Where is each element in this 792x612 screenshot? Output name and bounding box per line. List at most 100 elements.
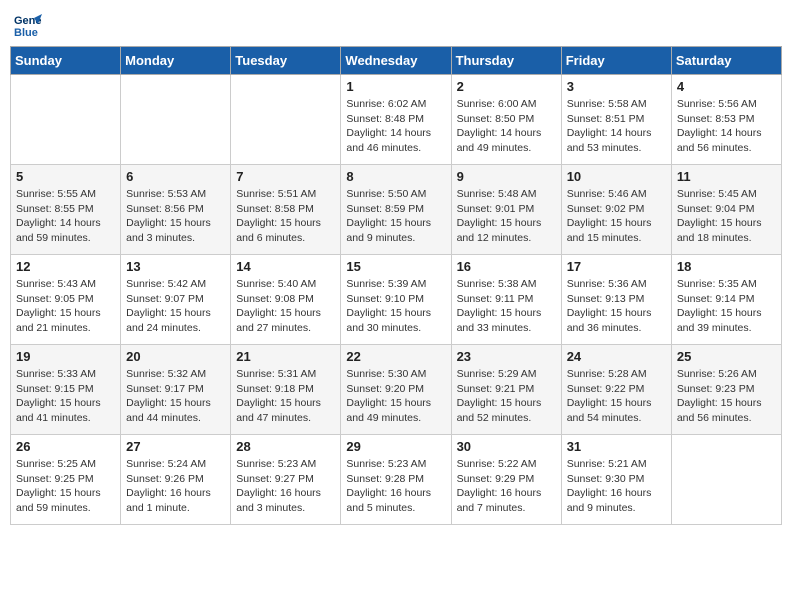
day-cell: 9 Sunrise: 5:48 AMSunset: 9:01 PMDaylight… <box>451 165 561 255</box>
day-info: Sunrise: 5:21 AMSunset: 9:30 PMDaylight:… <box>567 457 666 516</box>
day-number: 20 <box>126 349 225 364</box>
day-number: 21 <box>236 349 335 364</box>
day-number: 22 <box>346 349 445 364</box>
day-cell <box>121 75 231 165</box>
day-info: Sunrise: 6:00 AMSunset: 8:50 PMDaylight:… <box>457 97 556 156</box>
day-number: 7 <box>236 169 335 184</box>
day-number: 13 <box>126 259 225 274</box>
day-info: Sunrise: 5:51 AMSunset: 8:58 PMDaylight:… <box>236 187 335 246</box>
day-number: 26 <box>16 439 115 454</box>
day-info: Sunrise: 5:53 AMSunset: 8:56 PMDaylight:… <box>126 187 225 246</box>
day-number: 5 <box>16 169 115 184</box>
day-number: 6 <box>126 169 225 184</box>
day-info: Sunrise: 5:56 AMSunset: 8:53 PMDaylight:… <box>677 97 776 156</box>
day-cell: 27Sunrise: 5:24 AMSunset: 9:26 PMDayligh… <box>121 435 231 525</box>
day-number: 2 <box>457 79 556 94</box>
day-cell: 28Sunrise: 5:23 AMSunset: 9:27 PMDayligh… <box>231 435 341 525</box>
day-cell: 18Sunrise: 5:35 AMSunset: 9:14 PMDayligh… <box>671 255 781 345</box>
day-cell: 19 Sunrise: 5:33 AMSunset: 9:15 PMDayligh… <box>11 345 121 435</box>
day-cell: 8 Sunrise: 5:50 AMSunset: 8:59 PMDaylight… <box>341 165 451 255</box>
day-cell: 10Sunrise: 5:46 AMSunset: 9:02 PMDayligh… <box>561 165 671 255</box>
week-row-4: 19 Sunrise: 5:33 AMSunset: 9:15 PMDayligh… <box>11 345 782 435</box>
weekday-header-wednesday: Wednesday <box>341 47 451 75</box>
day-cell: 12 Sunrise: 5:43 AMSunset: 9:05 PMDayligh… <box>11 255 121 345</box>
weekday-header-tuesday: Tuesday <box>231 47 341 75</box>
weekday-header-monday: Monday <box>121 47 231 75</box>
day-info: Sunrise: 5:28 AMSunset: 9:22 PMDaylight:… <box>567 367 666 426</box>
calendar-table: SundayMondayTuesdayWednesdayThursdayFrid… <box>10 46 782 525</box>
day-cell: 31 Sunrise: 5:21 AMSunset: 9:30 PMDayligh… <box>561 435 671 525</box>
day-number: 19 <box>16 349 115 364</box>
day-cell: 29Sunrise: 5:23 AMSunset: 9:28 PMDayligh… <box>341 435 451 525</box>
day-number: 11 <box>677 169 776 184</box>
day-info: Sunrise: 5:36 AMSunset: 9:13 PMDaylight:… <box>567 277 666 336</box>
week-row-3: 12 Sunrise: 5:43 AMSunset: 9:05 PMDayligh… <box>11 255 782 345</box>
day-cell: 30 Sunrise: 5:22 AMSunset: 9:29 PMDayligh… <box>451 435 561 525</box>
weekday-header-thursday: Thursday <box>451 47 561 75</box>
day-number: 18 <box>677 259 776 274</box>
week-row-2: 5 Sunrise: 5:55 AMSunset: 8:55 PMDaylight… <box>11 165 782 255</box>
day-info: Sunrise: 5:25 AMSunset: 9:25 PMDaylight:… <box>16 457 115 516</box>
day-info: Sunrise: 5:40 AMSunset: 9:08 PMDaylight:… <box>236 277 335 336</box>
day-info: Sunrise: 5:48 AMSunset: 9:01 PMDaylight:… <box>457 187 556 246</box>
day-info: Sunrise: 5:38 AMSunset: 9:11 PMDaylight:… <box>457 277 556 336</box>
day-cell: 14 Sunrise: 5:40 AMSunset: 9:08 PMDayligh… <box>231 255 341 345</box>
day-cell: 23 Sunrise: 5:29 AMSunset: 9:21 PMDayligh… <box>451 345 561 435</box>
day-info: Sunrise: 5:50 AMSunset: 8:59 PMDaylight:… <box>346 187 445 246</box>
day-cell: 2 Sunrise: 6:00 AMSunset: 8:50 PMDaylight… <box>451 75 561 165</box>
day-info: Sunrise: 5:55 AMSunset: 8:55 PMDaylight:… <box>16 187 115 246</box>
day-cell: 25 Sunrise: 5:26 AMSunset: 9:23 PMDayligh… <box>671 345 781 435</box>
day-cell: 13 Sunrise: 5:42 AMSunset: 9:07 PMDayligh… <box>121 255 231 345</box>
day-number: 9 <box>457 169 556 184</box>
day-info: Sunrise: 5:39 AMSunset: 9:10 PMDaylight:… <box>346 277 445 336</box>
day-cell: 21Sunrise: 5:31 AMSunset: 9:18 PMDayligh… <box>231 345 341 435</box>
day-number: 10 <box>567 169 666 184</box>
day-info: Sunrise: 5:33 AMSunset: 9:15 PMDaylight:… <box>16 367 115 426</box>
day-number: 23 <box>457 349 556 364</box>
day-info: Sunrise: 5:45 AMSunset: 9:04 PMDaylight:… <box>677 187 776 246</box>
day-number: 1 <box>346 79 445 94</box>
page-header: General Blue <box>10 10 782 38</box>
day-cell <box>231 75 341 165</box>
day-info: Sunrise: 5:26 AMSunset: 9:23 PMDaylight:… <box>677 367 776 426</box>
day-cell: 22 Sunrise: 5:30 AMSunset: 9:20 PMDayligh… <box>341 345 451 435</box>
day-cell: 15 Sunrise: 5:39 AMSunset: 9:10 PMDayligh… <box>341 255 451 345</box>
day-number: 3 <box>567 79 666 94</box>
day-number: 30 <box>457 439 556 454</box>
weekday-header-row: SundayMondayTuesdayWednesdayThursdayFrid… <box>11 47 782 75</box>
day-info: Sunrise: 5:42 AMSunset: 9:07 PMDaylight:… <box>126 277 225 336</box>
day-cell: 11 Sunrise: 5:45 AMSunset: 9:04 PMDayligh… <box>671 165 781 255</box>
day-number: 15 <box>346 259 445 274</box>
day-number: 31 <box>567 439 666 454</box>
day-number: 16 <box>457 259 556 274</box>
day-number: 4 <box>677 79 776 94</box>
day-number: 8 <box>346 169 445 184</box>
logo-icon: General Blue <box>14 10 42 38</box>
day-cell: 16 Sunrise: 5:38 AMSunset: 9:11 PMDayligh… <box>451 255 561 345</box>
day-cell <box>11 75 121 165</box>
logo: General Blue <box>14 10 46 38</box>
day-info: Sunrise: 5:22 AMSunset: 9:29 PMDaylight:… <box>457 457 556 516</box>
day-cell: 26 Sunrise: 5:25 AMSunset: 9:25 PMDayligh… <box>11 435 121 525</box>
day-number: 17 <box>567 259 666 274</box>
week-row-1: 1 Sunrise: 6:02 AMSunset: 8:48 PMDaylight… <box>11 75 782 165</box>
day-cell: 7 Sunrise: 5:51 AMSunset: 8:58 PMDaylight… <box>231 165 341 255</box>
day-info: Sunrise: 5:30 AMSunset: 9:20 PMDaylight:… <box>346 367 445 426</box>
week-row-5: 26 Sunrise: 5:25 AMSunset: 9:25 PMDayligh… <box>11 435 782 525</box>
day-cell: 3Sunrise: 5:58 AMSunset: 8:51 PMDaylight… <box>561 75 671 165</box>
weekday-header-friday: Friday <box>561 47 671 75</box>
day-info: Sunrise: 5:32 AMSunset: 9:17 PMDaylight:… <box>126 367 225 426</box>
day-number: 25 <box>677 349 776 364</box>
day-number: 12 <box>16 259 115 274</box>
day-info: Sunrise: 5:43 AMSunset: 9:05 PMDaylight:… <box>16 277 115 336</box>
day-info: Sunrise: 5:23 AMSunset: 9:28 PMDaylight:… <box>346 457 445 516</box>
svg-text:Blue: Blue <box>14 27 38 38</box>
day-info: Sunrise: 6:02 AMSunset: 8:48 PMDaylight:… <box>346 97 445 156</box>
day-number: 14 <box>236 259 335 274</box>
day-cell <box>671 435 781 525</box>
day-number: 27 <box>126 439 225 454</box>
day-cell: 20 Sunrise: 5:32 AMSunset: 9:17 PMDayligh… <box>121 345 231 435</box>
day-info: Sunrise: 5:29 AMSunset: 9:21 PMDaylight:… <box>457 367 556 426</box>
weekday-header-saturday: Saturday <box>671 47 781 75</box>
day-number: 24 <box>567 349 666 364</box>
